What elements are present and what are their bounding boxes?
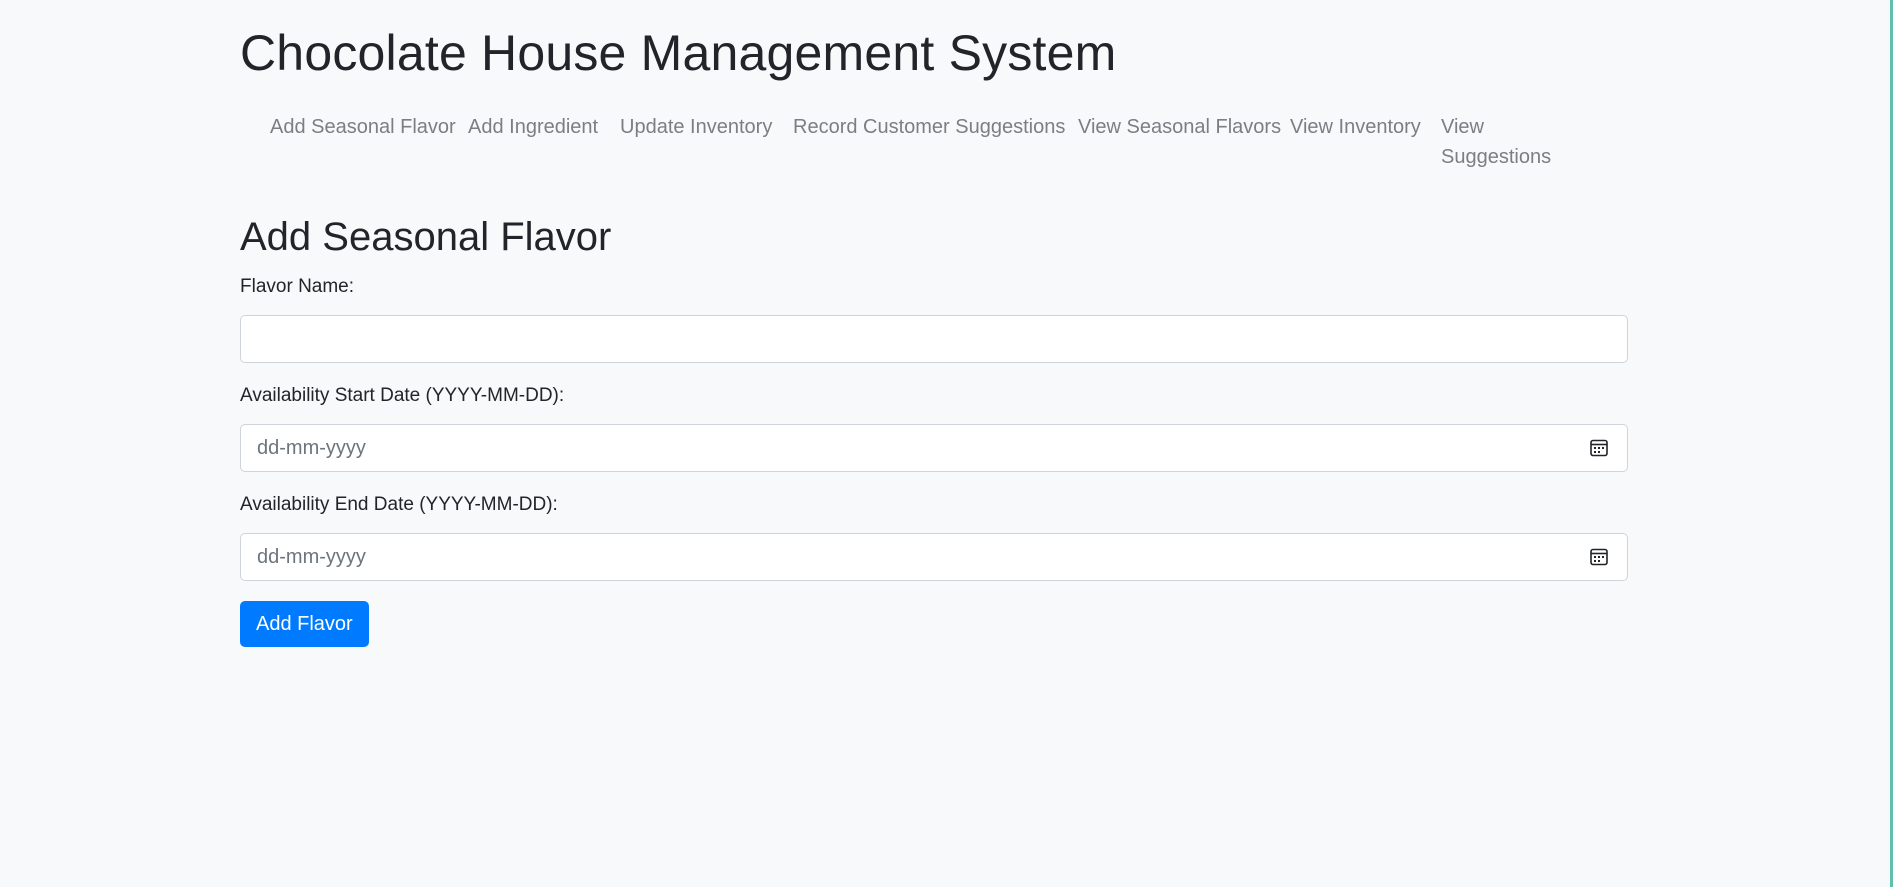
page: Chocolate House Management System Add Se… bbox=[0, 0, 1893, 887]
nav-update-inventory[interactable]: Update Inventory bbox=[620, 112, 793, 142]
calendar-icon[interactable] bbox=[1589, 547, 1609, 567]
nav-record-customer-suggestions[interactable]: Record Customer Suggestions bbox=[793, 112, 1078, 142]
flavor-name-input[interactable] bbox=[241, 316, 1627, 362]
start-date-field-wrapper bbox=[240, 424, 1628, 472]
nav-view-seasonal-flavors[interactable]: View Seasonal Flavors bbox=[1078, 112, 1290, 142]
end-date-label: Availability End Date (YYYY-MM-DD): bbox=[240, 494, 558, 515]
nav-view-suggestions[interactable]: View Suggestions bbox=[1441, 112, 1581, 172]
add-flavor-button[interactable]: Add Flavor bbox=[240, 601, 369, 647]
start-date-label: Availability Start Date (YYYY-MM-DD): bbox=[240, 385, 565, 406]
form-title: Add Seasonal Flavor bbox=[240, 215, 612, 259]
main-nav: Add Seasonal Flavor Add Ingredient Updat… bbox=[240, 112, 1628, 172]
end-date-field-wrapper bbox=[240, 533, 1628, 581]
add-flavor-form: Flavor Name: Availability Start Date (YY… bbox=[240, 274, 1628, 647]
start-date-group: Availability Start Date (YYYY-MM-DD): bbox=[240, 383, 1628, 472]
start-date-input[interactable] bbox=[241, 425, 1627, 471]
app-title: Chocolate House Management System bbox=[240, 25, 1117, 81]
flavor-name-field-wrapper bbox=[240, 315, 1628, 363]
nav-add-ingredient[interactable]: Add Ingredient bbox=[468, 112, 620, 142]
flavor-name-group: Flavor Name: bbox=[240, 274, 1628, 363]
calendar-icon[interactable] bbox=[1589, 438, 1609, 458]
main-container: Chocolate House Management System Add Se… bbox=[240, 0, 1628, 647]
nav-view-inventory[interactable]: View Inventory bbox=[1290, 112, 1441, 142]
end-date-group: Availability End Date (YYYY-MM-DD): bbox=[240, 492, 1628, 581]
flavor-name-label: Flavor Name: bbox=[240, 276, 355, 297]
nav-add-seasonal-flavor[interactable]: Add Seasonal Flavor bbox=[270, 112, 468, 142]
end-date-input[interactable] bbox=[241, 534, 1627, 580]
